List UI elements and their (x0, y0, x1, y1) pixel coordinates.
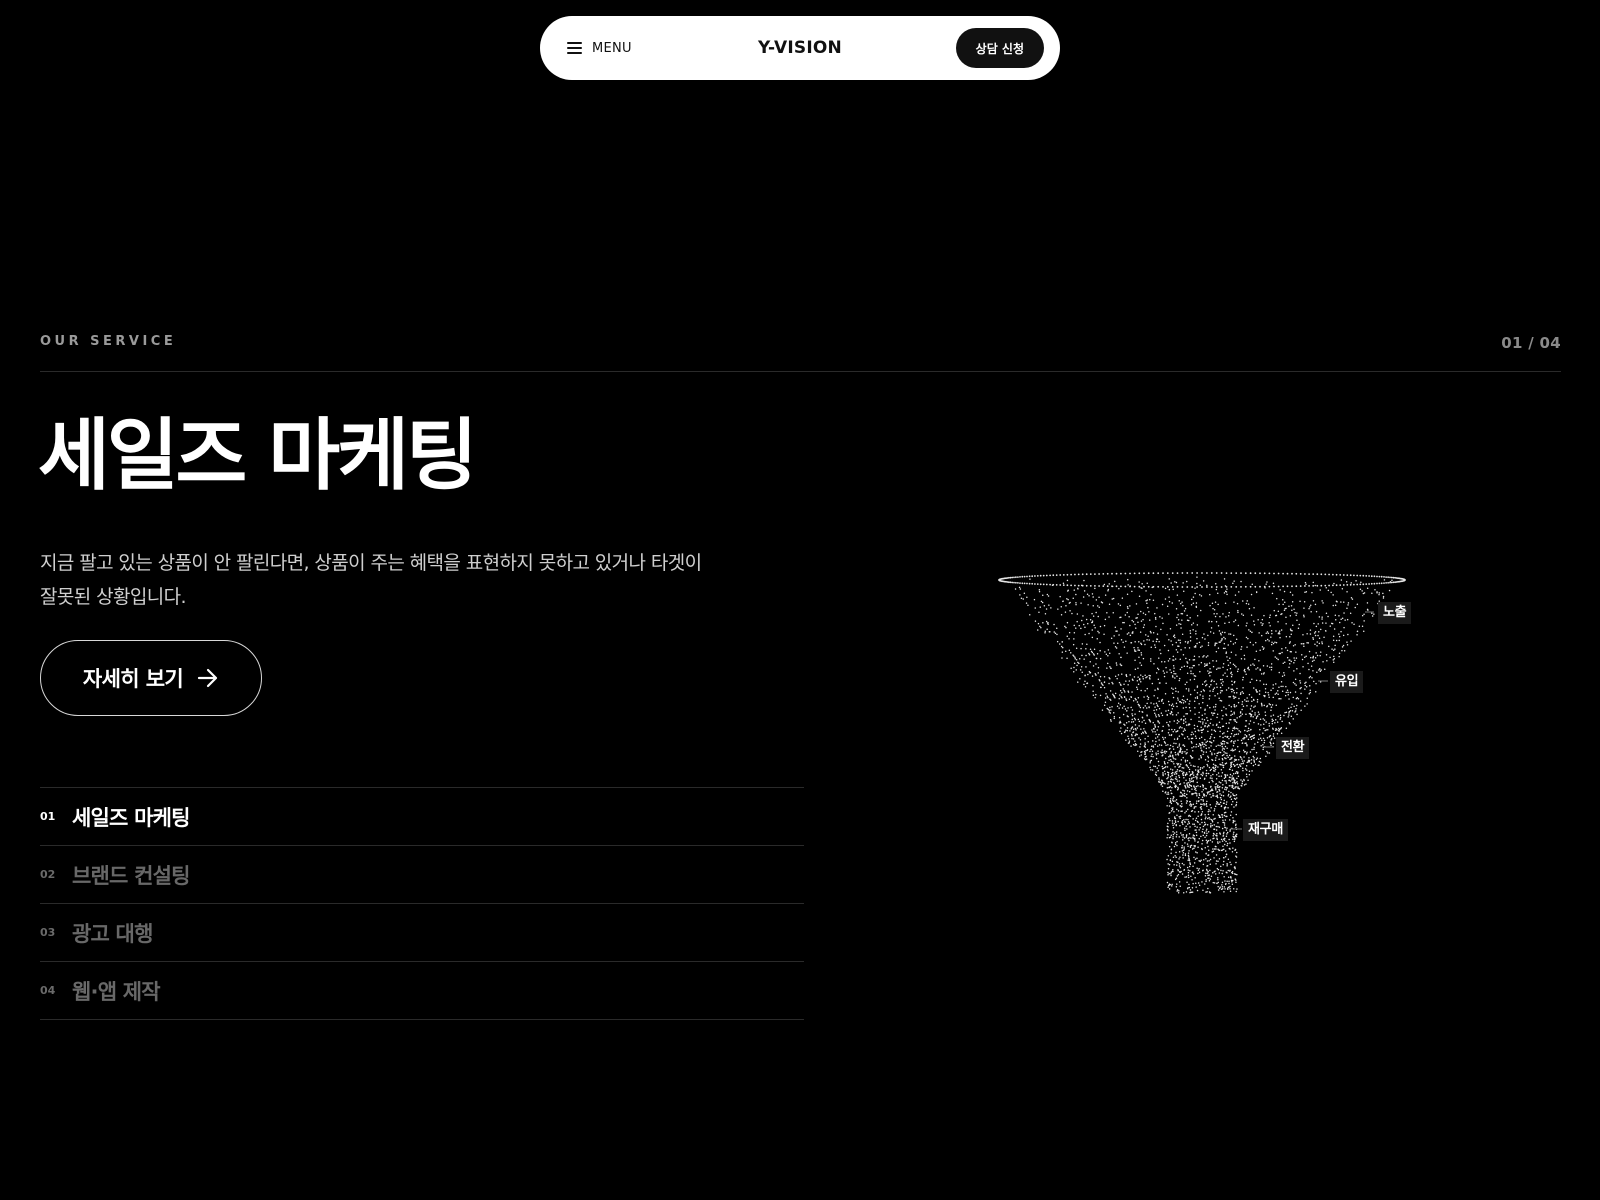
service-item-ad-agency[interactable]: 03 광고 대행 (40, 904, 804, 962)
service-description: 지금 팔고 있는 상품이 안 팔린다면, 상품이 주는 혜택을 표현하지 못하고… (40, 546, 780, 614)
menu-button[interactable]: MENU (567, 41, 632, 56)
funnel-dots (998, 572, 1406, 894)
menu-label: MENU (592, 40, 632, 56)
hamburger-icon (567, 42, 582, 54)
service-item-brand-consulting[interactable]: 02 브랜드 컨설팅 (40, 846, 804, 904)
funnel-particles (998, 572, 1406, 894)
service-list: 01 세일즈 마케팅 02 브랜드 컨설팅 03 광고 대행 04 웹·앱 제작 (40, 787, 804, 1020)
service-number: 04 (40, 984, 56, 997)
top-nav: MENU Y-VISION 상담 신청 (540, 16, 1060, 80)
service-name: 웹·앱 제작 (72, 979, 161, 1004)
service-name: 브랜드 컨설팅 (72, 863, 190, 888)
slide-counter: 01 / 04 (1501, 334, 1561, 352)
funnel-graphic (998, 572, 1406, 894)
service-name: 세일즈 마케팅 (72, 805, 190, 830)
section-divider (40, 371, 1561, 372)
service-item-sales-marketing[interactable]: 01 세일즈 마케팅 (40, 788, 804, 846)
view-details-button[interactable]: 자세히 보기 (40, 640, 262, 716)
funnel-illustration: 노출 유입 전환 재구매 (990, 560, 1430, 910)
section-eyebrow: OUR SERVICE (40, 334, 177, 349)
funnel-stage-repurchase: 재구매 (1243, 819, 1288, 841)
service-name: 광고 대행 (72, 921, 153, 946)
funnel-stage-inflow: 유입 (1330, 671, 1364, 693)
service-number: 01 (40, 810, 56, 823)
consult-button[interactable]: 상담 신청 (955, 28, 1044, 68)
service-title: 세일즈 마케팅 (38, 411, 478, 501)
description-line-1: 지금 팔고 있는 상품이 안 팔린다면, 상품이 주는 혜택을 표현하지 못하고… (40, 552, 702, 574)
view-details-label: 자세히 보기 (82, 667, 184, 691)
funnel-stage-conversion: 전환 (1276, 737, 1310, 759)
service-number: 02 (40, 868, 56, 881)
service-item-web-app[interactable]: 04 웹·앱 제작 (40, 962, 804, 1020)
funnel-stage-exposure: 노출 (1378, 602, 1412, 624)
description-line-2: 잘못된 상황입니다. (40, 586, 187, 608)
service-number: 03 (40, 926, 56, 939)
arrow-right-icon (198, 668, 218, 688)
